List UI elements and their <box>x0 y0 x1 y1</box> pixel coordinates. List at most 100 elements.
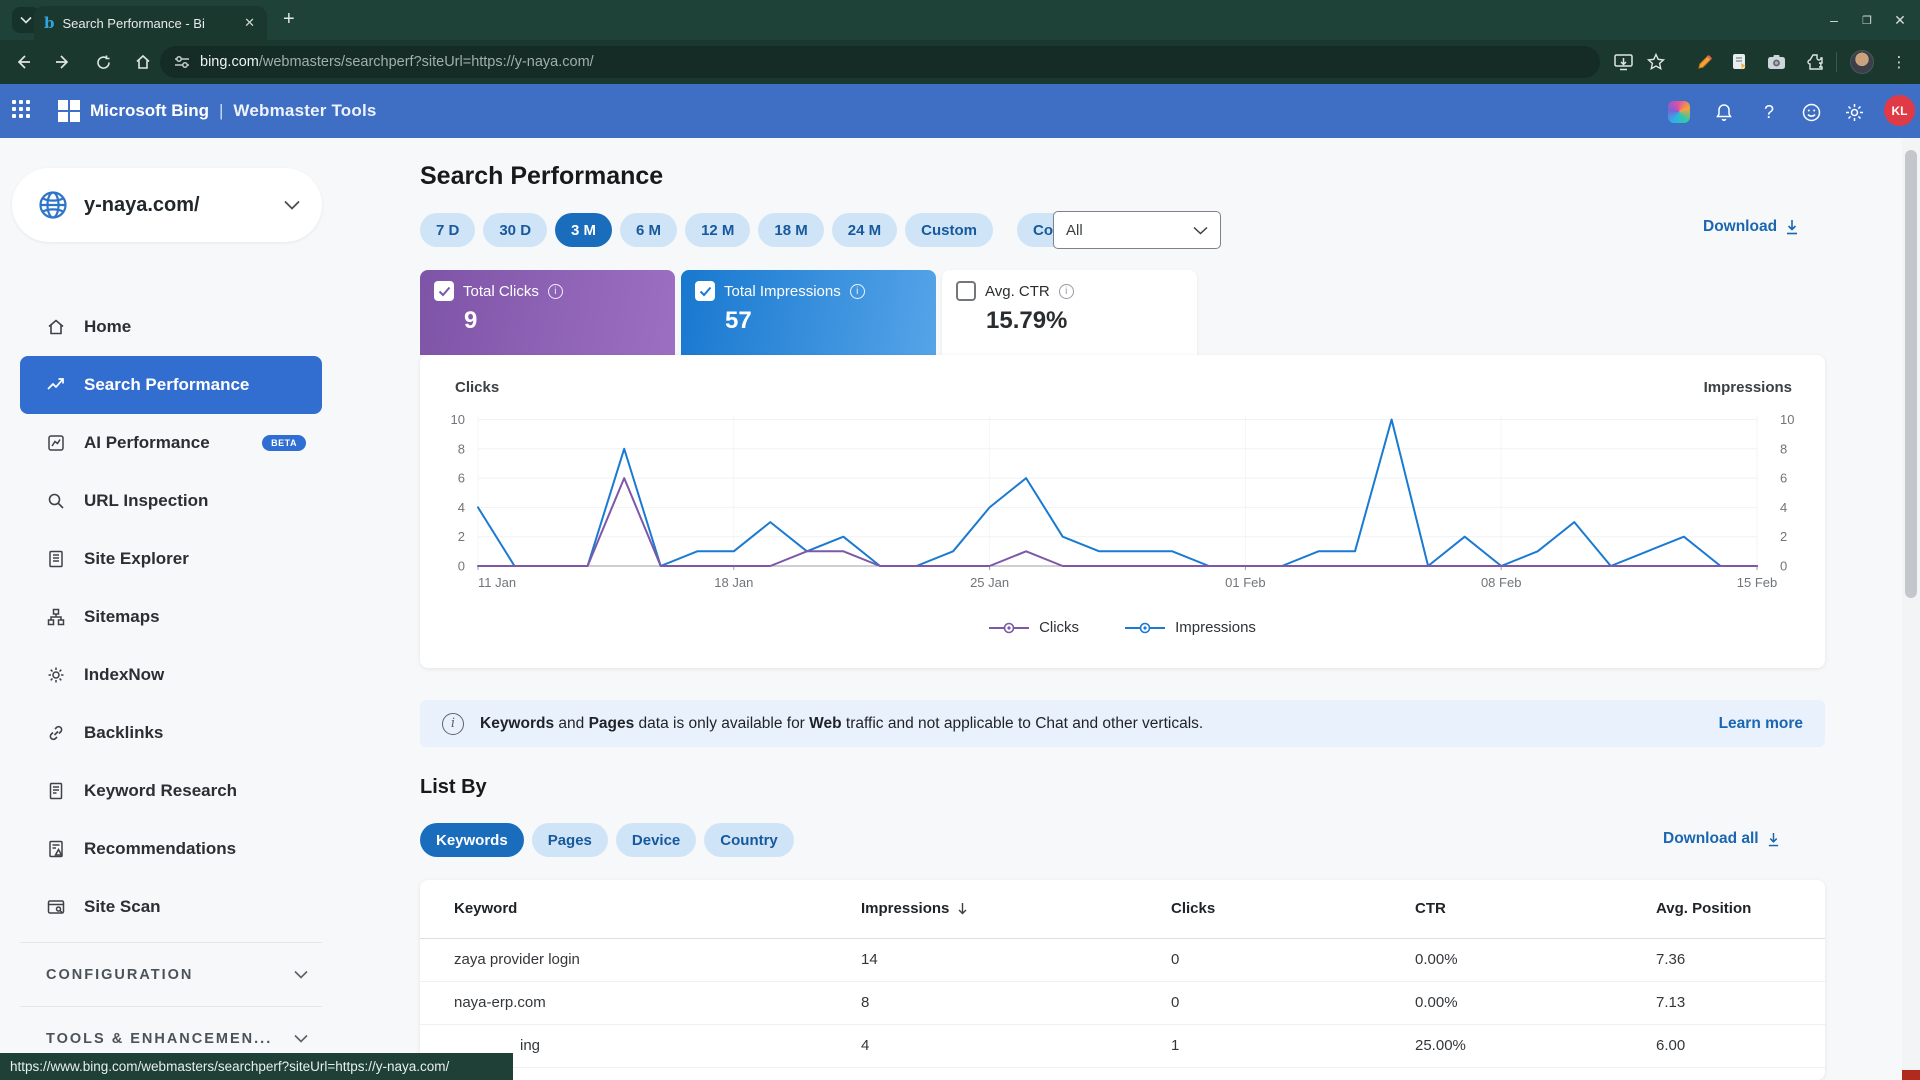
account-avatar[interactable]: KL <box>1884 95 1915 126</box>
download-all-button[interactable]: Download all <box>1663 830 1780 848</box>
new-tab-button[interactable]: + <box>283 8 295 31</box>
legend-impressions[interactable]: Impressions <box>1125 619 1256 636</box>
table-header-row: Keyword Impressions Clicks CTR Avg. Posi… <box>420 880 1825 938</box>
sidebar-item-ai-performance[interactable]: AI Performance BETA <box>20 414 322 472</box>
tab-pages[interactable]: Pages <box>532 823 608 857</box>
sidebar-item-url-inspection[interactable]: URL Inspection <box>20 472 322 530</box>
scrollbar-thumb[interactable] <box>1905 150 1917 598</box>
home-icon <box>134 53 152 71</box>
home-button[interactable] <box>126 45 160 79</box>
window-close-button[interactable]: ✕ <box>1880 0 1920 40</box>
copilot-button[interactable] <box>1665 98 1693 126</box>
range-12m[interactable]: 12 M <box>685 213 750 247</box>
table-row[interactable]: ing4125.00%6.00 <box>420 1024 1825 1067</box>
tab-keywords[interactable]: Keywords <box>420 823 524 857</box>
sidebar-item-label: Sitemaps <box>84 607 160 627</box>
sidebar-item-site-explorer[interactable]: Site Explorer <box>20 530 322 588</box>
total-clicks-card[interactable]: Total Clicks i 9 <box>420 270 675 355</box>
impressions-checkbox[interactable] <box>695 281 715 301</box>
feedback-button[interactable] <box>1797 98 1825 126</box>
tab-country[interactable]: Country <box>704 823 794 857</box>
legend-clicks[interactable]: Clicks <box>989 619 1079 636</box>
browser-profile-avatar[interactable] <box>1847 46 1877 78</box>
forward-button[interactable] <box>46 45 80 79</box>
address-bar[interactable]: bing.com/webmasters/searchperf?siteUrl=h… <box>160 46 1600 78</box>
settings-button[interactable] <box>1840 98 1868 126</box>
table-row[interactable]: naya-erp.com800.00%7.13 <box>420 981 1825 1024</box>
cell-position: 7.36 <box>1656 938 1825 981</box>
sidebar-item-sitemaps[interactable]: Sitemaps <box>20 588 322 646</box>
info-icon[interactable]: i <box>1059 284 1074 299</box>
download-button[interactable]: Download <box>1703 218 1799 236</box>
sidebar-item-recommendations[interactable]: Recommendations <box>20 820 322 878</box>
globe-icon <box>38 190 68 220</box>
trend-icon <box>46 375 66 395</box>
sidebar-item-search-performance[interactable]: Search Performance <box>20 356 322 414</box>
clicks-checkbox[interactable] <box>434 281 454 301</box>
sidebar-item-label: Backlinks <box>84 723 163 743</box>
product-name[interactable]: Webmaster Tools <box>233 101 376 121</box>
back-button[interactable] <box>6 45 40 79</box>
scrollbar[interactable] <box>1902 138 1920 1080</box>
list-by-tabs: Keywords Pages Device Country <box>420 823 794 857</box>
info-icon[interactable]: i <box>850 284 865 299</box>
notifications-button[interactable] <box>1710 98 1738 126</box>
total-clicks-value: 9 <box>464 307 661 335</box>
install-app-button[interactable] <box>1608 46 1638 78</box>
sidebar-item-home[interactable]: Home <box>20 298 322 356</box>
learn-more-link[interactable]: Learn more <box>1719 715 1803 733</box>
cell-clicks: 0 <box>1171 938 1415 981</box>
star-icon <box>1647 53 1665 71</box>
sidebar-item-keyword-research[interactable]: Keyword Research <box>20 762 322 820</box>
ctr-checkbox[interactable] <box>956 281 976 301</box>
range-7d[interactable]: 7 D <box>420 213 475 247</box>
col-ctr[interactable]: CTR <box>1415 880 1656 938</box>
total-impressions-card[interactable]: Total Impressions i 57 <box>681 270 936 355</box>
browser-menu-button[interactable]: ⋮ <box>1884 46 1914 78</box>
range-3m[interactable]: 3 M <box>555 213 612 247</box>
range-24m[interactable]: 24 M <box>832 213 897 247</box>
svg-text:4: 4 <box>1780 500 1787 515</box>
help-icon: ? <box>1764 102 1774 123</box>
range-custom[interactable]: Custom <box>905 213 993 247</box>
reload-button[interactable] <box>86 45 120 79</box>
brand-name[interactable]: Microsoft Bing <box>90 101 209 121</box>
avg-ctr-card[interactable]: Avg. CTR i 15.79% <box>942 270 1197 355</box>
range-18m[interactable]: 18 M <box>758 213 823 247</box>
sidebar-section-configuration[interactable]: CONFIGURATION <box>20 949 322 1000</box>
extension-pencil-button[interactable] <box>1690 46 1720 78</box>
table-row[interactable]: zaya provider login1400.00%7.36 <box>420 938 1825 981</box>
tab-close-icon[interactable]: ✕ <box>242 13 257 33</box>
sidebar-item-label: IndexNow <box>84 665 164 685</box>
tab-device[interactable]: Device <box>616 823 696 857</box>
range-6m[interactable]: 6 M <box>620 213 677 247</box>
extension-camera-button[interactable] <box>1761 46 1791 78</box>
info-icon[interactable]: i <box>548 284 563 299</box>
app-launcher-icon[interactable] <box>12 100 34 122</box>
sidebar-item-backlinks[interactable]: Backlinks <box>20 704 322 762</box>
cell-ctr: 0.00% <box>1415 938 1656 981</box>
total-impressions-value: 57 <box>725 307 922 335</box>
col-keyword[interactable]: Keyword <box>420 880 861 938</box>
col-clicks[interactable]: Clicks <box>1171 880 1415 938</box>
sidebar-item-indexnow[interactable]: IndexNow <box>20 646 322 704</box>
sidebar-item-site-scan[interactable]: Site Scan <box>20 878 322 936</box>
cell-clicks: 1 <box>1171 1024 1415 1067</box>
link-icon <box>46 723 66 743</box>
cell-keyword: naya-erp.com <box>420 981 861 1024</box>
help-button[interactable]: ? <box>1755 98 1783 126</box>
bing-header: Microsoft Bing | Webmaster Tools ? KL <box>0 84 1920 138</box>
sidebar-menu: Home Search Performance AI Performance B… <box>0 298 385 1080</box>
chevron-down-icon <box>294 970 308 979</box>
col-avg-position[interactable]: Avg. Position <box>1656 880 1825 938</box>
col-impressions[interactable]: Impressions <box>861 880 1171 938</box>
browser-tab[interactable]: b Search Performance - Bi ✕ <box>34 6 267 40</box>
traffic-filter-dropdown[interactable]: All <box>1053 211 1221 249</box>
status-url-bar: https://www.bing.com/webmasters/searchpe… <box>0 1053 513 1080</box>
bookmark-button[interactable] <box>1641 46 1671 78</box>
range-30d[interactable]: 30 D <box>483 213 547 247</box>
extensions-button[interactable] <box>1800 46 1830 78</box>
extension-notes-button[interactable] <box>1724 46 1754 78</box>
download-icon <box>1767 832 1780 847</box>
site-selector[interactable]: y-naya.com/ <box>12 168 322 242</box>
